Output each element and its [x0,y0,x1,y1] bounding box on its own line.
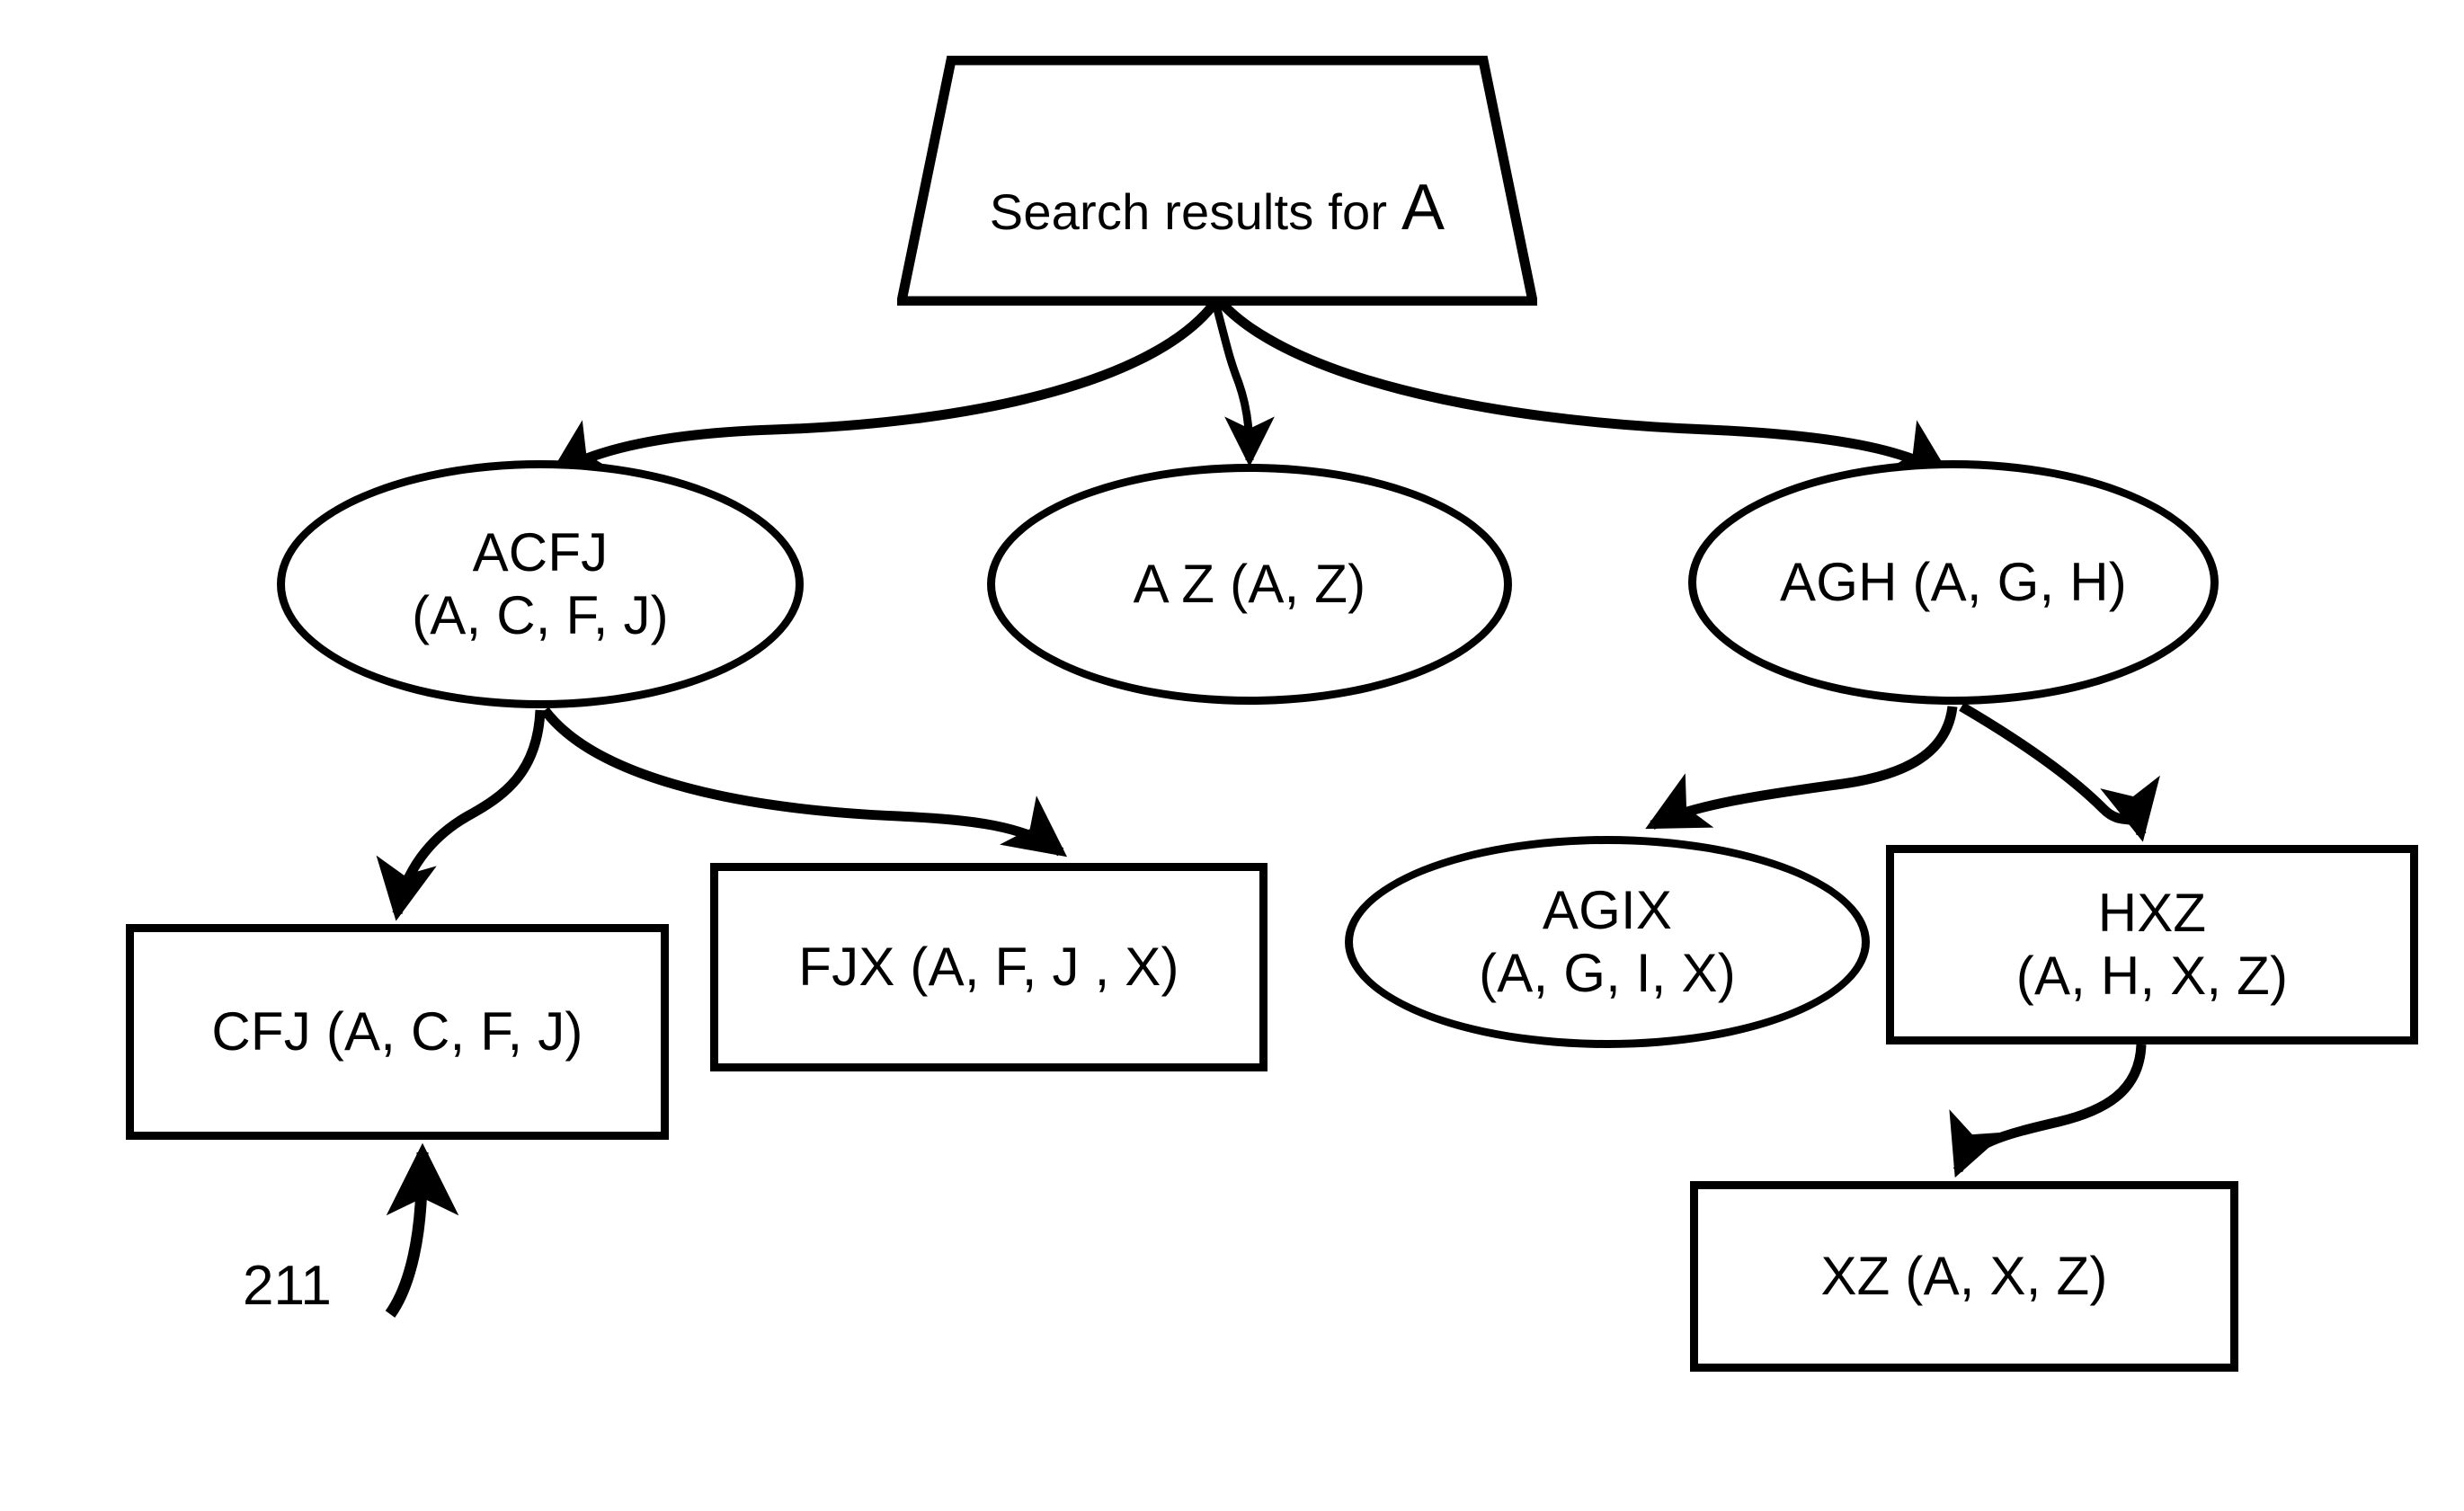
callout-leader-211 [385,1142,459,1318]
node-search-results[interactable]: Search results for A [897,56,1537,306]
node-label: Search results for A [990,118,1445,244]
edge-agh-to-agix [1645,706,1958,830]
edge-hxz-to-xz [1949,1044,2147,1178]
edge-root-to-agh [1216,298,1953,479]
node-label: HXZ (A, H, X, Z) [2015,883,2289,1006]
node-acfj[interactable]: ACFJ (A, C, F, J) [277,460,804,708]
edge-agh-to-hxz [1959,702,2160,842]
node-fjx[interactable]: FJX (A, F, J , X) [710,863,1268,1071]
node-agix[interactable]: AGIX (A, G, I, X) [1345,836,1870,1048]
node-label: FJX (A, F, J , X) [798,937,1179,998]
node-label-prefix: Search results for [989,183,1401,241]
node-cfj[interactable]: CFJ (A, C, F, J) [126,924,669,1140]
diagram-canvas: Search results for A ACFJ (A, C, F, J) A… [0,0,2464,1511]
node-az[interactable]: A Z (A, Z) [987,464,1512,705]
node-xz[interactable]: XZ (A, X, Z) [1690,1181,2238,1372]
node-label: XZ (A, X, Z) [1820,1246,2108,1307]
node-label: AGIX (A, G, I, X) [1479,880,1736,1003]
node-label: AGH (A, G, H) [1780,552,2127,613]
node-label: A Z (A, Z) [1133,554,1366,615]
edge-root-to-az [1211,300,1275,467]
node-label-term: A [1401,172,1445,244]
callout-label-211: 211 [243,1255,332,1317]
node-label: ACFJ (A, C, F, J) [412,522,669,645]
node-label: CFJ (A, C, F, J) [211,1001,583,1062]
edge-root-to-acfj [547,298,1220,479]
node-agh[interactable]: AGH (A, G, H) [1688,460,2219,705]
node-hxz[interactable]: HXZ (A, H, X, Z) [1886,845,2418,1044]
edge-acfj-to-cfj [376,709,546,921]
edge-acfj-to-fjx [540,707,1068,858]
